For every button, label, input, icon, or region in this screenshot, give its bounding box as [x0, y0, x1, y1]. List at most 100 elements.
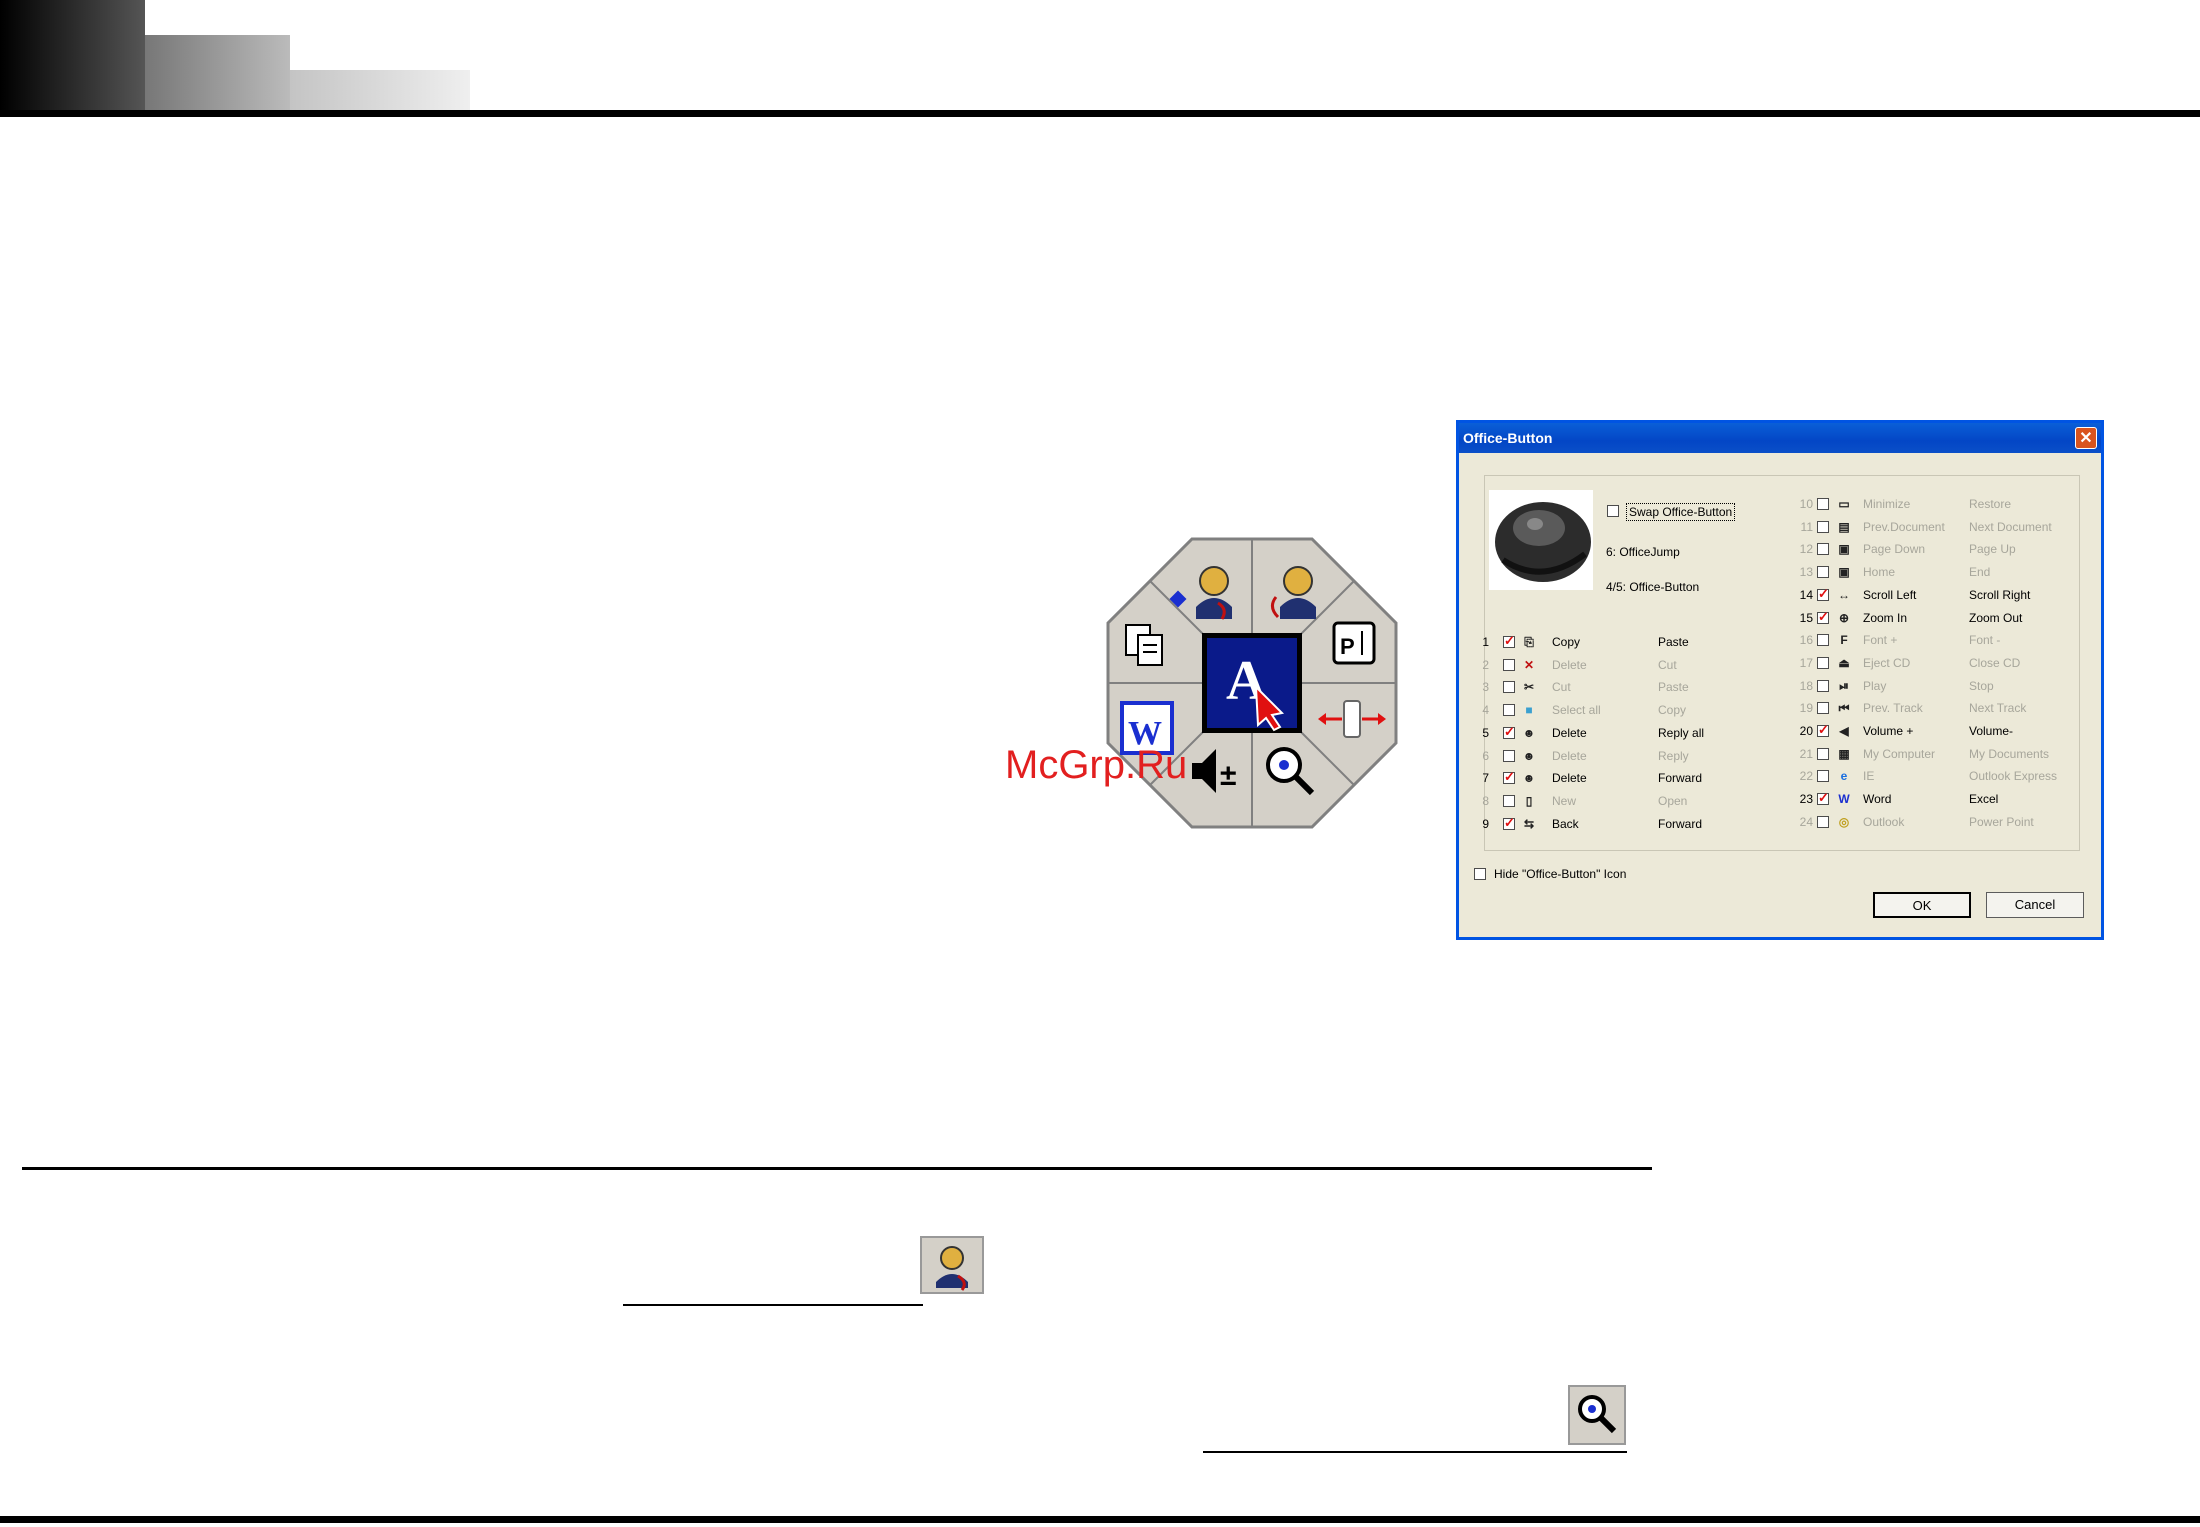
item-checkbox[interactable] — [1503, 815, 1515, 831]
section-rule — [22, 1167, 1652, 1170]
item-checkbox[interactable] — [1503, 749, 1515, 762]
item-primary-action: Back — [1552, 816, 1579, 831]
item-primary-action: Select all — [1552, 703, 1601, 718]
item-primary-action: New — [1552, 793, 1577, 808]
item-secondary-action: Copy — [1658, 703, 1687, 718]
item-checkbox[interactable] — [1817, 722, 1829, 738]
outlook-icon: ◎ — [1838, 814, 1850, 829]
item-primary-action: Font + — [1863, 633, 1898, 648]
hide-icon-checkbox[interactable] — [1474, 868, 1486, 880]
bottom-rule — [0, 1516, 2200, 1523]
item-primary-action: Scroll Left — [1863, 587, 1917, 602]
item-primary-action: Play — [1863, 678, 1887, 693]
item-secondary-action: Stop — [1969, 678, 1994, 693]
item-number: 21 — [1799, 746, 1813, 761]
button6-label: 6: OfficeJump — [1606, 545, 1680, 559]
item-primary-action: Delete — [1552, 771, 1587, 786]
item-secondary-action: Forward — [1658, 771, 1703, 786]
reply-icon: ☻ — [1522, 748, 1536, 763]
prev-document-icon: ▤ — [1838, 519, 1850, 534]
item-number: 18 — [1799, 678, 1813, 693]
item-number: 15 — [1799, 610, 1813, 625]
item-number: 19 — [1799, 701, 1813, 716]
ok-button[interactable]: OK — [1873, 892, 1971, 918]
item-primary-action: Delete — [1552, 725, 1587, 740]
item-primary-action: Delete — [1552, 657, 1587, 672]
item-checkbox[interactable] — [1817, 543, 1829, 556]
watermark: McGrp.Ru — [1005, 743, 1188, 787]
cancel-button[interactable]: Cancel — [1986, 892, 2084, 918]
item-secondary-action: Paste — [1658, 680, 1689, 695]
item-checkbox[interactable] — [1817, 747, 1829, 760]
item-checkbox[interactable] — [1503, 724, 1515, 740]
item-number: 24 — [1799, 814, 1813, 829]
item-checkbox[interactable] — [1817, 770, 1829, 783]
item-primary-action: My Computer — [1863, 746, 1936, 761]
item-checkbox[interactable] — [1817, 702, 1829, 715]
back-forward-icon: ⇆ — [1523, 816, 1535, 831]
page-down-icon: ▣ — [1838, 542, 1850, 557]
new-document-icon: ▯ — [1525, 793, 1533, 808]
item-checkbox[interactable] — [1817, 520, 1829, 533]
swap-office-button-checkbox[interactable] — [1607, 505, 1619, 517]
item-checkbox[interactable] — [1503, 769, 1515, 785]
zoom-icon — [1568, 1385, 1626, 1445]
item-primary-action: Prev. Track — [1863, 701, 1923, 716]
item-checkbox[interactable] — [1503, 681, 1515, 694]
item-secondary-action: Paste — [1658, 635, 1689, 649]
item-number: 20 — [1799, 724, 1813, 738]
item-checkbox[interactable] — [1503, 633, 1515, 649]
page-down-icon[interactable]: P — [1332, 621, 1376, 665]
item-checkbox[interactable] — [1817, 609, 1829, 625]
item-number: 17 — [1799, 655, 1813, 670]
item-checkbox[interactable] — [1817, 586, 1829, 602]
item-checkbox[interactable] — [1503, 704, 1515, 717]
item-number: 16 — [1799, 633, 1813, 648]
item-number: 10 — [1799, 497, 1813, 511]
copy-icon: ⎘ — [1524, 635, 1534, 649]
svg-text:±: ± — [1220, 759, 1236, 792]
item-checkbox[interactable] — [1817, 679, 1829, 692]
play-pause-icon: ⏯ — [1839, 678, 1849, 693]
item-checkbox[interactable] — [1503, 658, 1515, 671]
forward-icon: ☻ — [1522, 771, 1536, 786]
item-checkbox[interactable] — [1817, 498, 1829, 510]
reply-all-icon — [920, 1236, 984, 1294]
item-primary-action: Page Down — [1863, 542, 1926, 557]
item-secondary-action: Font - — [1969, 633, 2001, 648]
item-secondary-action: Open — [1658, 793, 1688, 808]
select-all-icon: ■ — [1525, 703, 1533, 718]
item-secondary-action: Outlook Express — [1969, 769, 2058, 784]
delete-x-icon: ✕ — [1523, 657, 1535, 672]
item-number: 3 — [1482, 680, 1489, 695]
item-secondary-action: Page Up — [1969, 542, 2016, 557]
item-secondary-action: Power Point — [1969, 814, 2034, 829]
item-checkbox[interactable] — [1817, 634, 1829, 647]
item-number: 13 — [1799, 565, 1813, 580]
scissors-icon: ✂ — [1523, 680, 1535, 695]
zoom-icon: ⊕ — [1838, 610, 1850, 625]
item-secondary-action: Reply all — [1658, 725, 1705, 740]
item-primary-action: IE — [1863, 769, 1875, 784]
item-number: 5 — [1482, 725, 1489, 740]
item-checkbox[interactable] — [1817, 815, 1829, 828]
dialog-title: Office-Button — [1459, 423, 2101, 453]
item-number: 9 — [1482, 816, 1489, 831]
item-primary-action: Minimize — [1863, 497, 1911, 511]
item-checkbox[interactable] — [1817, 566, 1829, 579]
close-icon[interactable]: ✕ — [2075, 427, 2097, 449]
item-primary-action: Outlook — [1863, 814, 1905, 829]
item-checkbox[interactable] — [1503, 794, 1515, 807]
hide-icon-label: Hide "Office-Button" Icon — [1494, 867, 1627, 881]
item-checkbox[interactable] — [1817, 790, 1829, 806]
item-secondary-action: Excel — [1969, 792, 1999, 807]
item-number: 11 — [1800, 519, 1813, 534]
item-secondary-action: Close CD — [1969, 655, 2021, 670]
item-number: 4 — [1482, 703, 1489, 718]
item-number: 12 — [1799, 542, 1813, 557]
button45-label: 4/5: Office-Button — [1606, 580, 1700, 594]
top-rule — [0, 110, 2200, 117]
item-number: 7 — [1482, 771, 1489, 786]
item-checkbox[interactable] — [1817, 656, 1829, 669]
item-primary-action: Volume + — [1863, 724, 1914, 738]
